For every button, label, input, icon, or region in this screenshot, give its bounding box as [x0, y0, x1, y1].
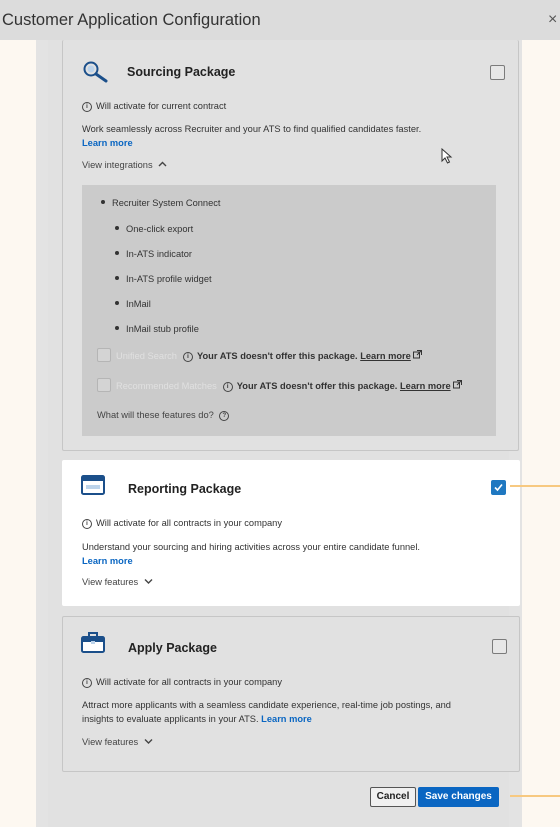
recommended-matches-message: Your ATS doesn't offer this package.: [236, 381, 398, 391]
view-integrations-toggle[interactable]: View integrations: [82, 160, 167, 170]
bullet-dot: [115, 326, 119, 330]
apply-description-line-2: insights to evaluate applicants in your …: [82, 714, 312, 724]
apply-learn-more-link[interactable]: Learn more: [261, 714, 312, 724]
bullet-dot: [115, 226, 119, 230]
bullet-dot: [115, 276, 119, 280]
view-integrations-label: View integrations: [82, 160, 153, 170]
integration-subitem: InMail: [115, 299, 151, 309]
info-icon: i: [82, 102, 92, 112]
sourcing-package-title: Sourcing Package: [127, 65, 236, 79]
external-link-icon: [453, 380, 463, 389]
save-callout-pointer: [510, 795, 560, 797]
integration-subitem: One-click export: [115, 224, 193, 234]
integration-item-label: Recruiter System Connect: [112, 198, 221, 208]
apply-activation-note: i Will activate for all contracts in your…: [82, 677, 282, 688]
unified-search-checkbox: [97, 348, 111, 362]
magnifier-icon: [83, 61, 108, 83]
reporting-callout-pointer: [510, 485, 560, 487]
info-icon: i: [222, 382, 233, 392]
chevron-down-icon: [144, 579, 153, 584]
apply-description-line-1: Attract more applicants with a seamless …: [82, 700, 451, 710]
integration-subitem-label: In-ATS indicator: [126, 249, 192, 259]
reporting-learn-more-link[interactable]: Learn more: [82, 556, 133, 566]
reporting-package-card: Reporting Package i Will activate for all…: [62, 460, 520, 606]
unified-search-learn-more-link[interactable]: Learn more: [360, 351, 411, 361]
view-features-label: View features: [82, 577, 139, 587]
mouse-cursor-icon: [441, 148, 453, 164]
apply-description-text: insights to evaluate applicants in your …: [82, 714, 259, 724]
sourcing-activation-note: i Will activate for current contract: [82, 101, 226, 112]
cancel-button[interactable]: Cancel: [370, 787, 416, 807]
integration-subitem-label: InMail stub profile: [126, 324, 199, 334]
reporting-package-checkbox[interactable]: [491, 480, 506, 495]
integrations-list: Recruiter System Connect One-click expor…: [82, 185, 496, 436]
unified-search-row: Unified Search i Your ATS doesn't offer th…: [97, 348, 423, 362]
unified-search-message: Your ATS doesn't offer this package.: [196, 351, 358, 361]
info-icon: i: [82, 519, 92, 529]
chevron-up-icon: [158, 161, 167, 167]
bullet-dot: [115, 301, 119, 305]
scroll-area: Sourcing Package i Will activate for curr…: [48, 40, 520, 827]
integration-subitem: In-ATS profile widget: [115, 274, 212, 284]
reporting-package-title: Reporting Package: [128, 482, 242, 496]
features-help-link[interactable]: What will these features do? ?: [97, 410, 233, 421]
bullet-dot: [115, 251, 119, 255]
integration-subitem-label: One-click export: [126, 224, 194, 234]
recommended-matches-learn-more-link[interactable]: Learn more: [400, 381, 451, 391]
close-icon[interactable]: ×: [548, 0, 557, 40]
sourcing-learn-more-link[interactable]: Learn more: [82, 138, 133, 148]
checkmark-icon: [494, 483, 503, 492]
reporting-activation-note: i Will activate for all contracts in your…: [82, 518, 282, 529]
info-icon: i: [182, 352, 193, 362]
unified-search-label: Unified Search: [116, 351, 177, 361]
apply-package-card: Apply Package i Will activate for all con…: [62, 616, 520, 772]
info-icon: i: [82, 678, 92, 688]
reporting-view-features-toggle[interactable]: View features: [82, 577, 153, 587]
sourcing-package-card: Sourcing Package i Will activate for curr…: [62, 40, 519, 451]
apply-package-checkbox[interactable]: [492, 639, 507, 654]
integration-subitem: In-ATS indicator: [115, 249, 192, 259]
apply-package-title: Apply Package: [128, 641, 217, 655]
recommended-matches-row: Recommended Matches i Your ATS doesn't off…: [97, 378, 463, 392]
reporting-description: Understand your sourcing and hiring acti…: [82, 542, 420, 552]
sourcing-description: Work seamlessly across Recruiter and you…: [82, 124, 422, 134]
integration-item-top: Recruiter System Connect: [101, 198, 221, 208]
save-changes-button[interactable]: Save changes: [418, 787, 499, 807]
integration-subitem-label: In-ATS profile widget: [126, 274, 212, 284]
bullet-dot: [101, 200, 105, 204]
report-window-icon: [81, 475, 105, 495]
view-features-label: View features: [82, 737, 139, 747]
recommended-matches-label: Recommended Matches: [116, 381, 217, 391]
help-icon: ?: [219, 411, 230, 421]
apply-activation-text: Will activate for all contracts in your …: [96, 677, 283, 687]
modal-title: Customer Application Configuration: [2, 11, 261, 29]
reporting-activation-text: Will activate for all contracts in your …: [96, 518, 283, 528]
features-help-text: What will these features do?: [97, 410, 214, 420]
modal-header: Customer Application Configuration ×: [0, 0, 560, 40]
sourcing-package-checkbox[interactable]: [490, 65, 505, 80]
sourcing-activation-text: Will activate for current contract: [96, 101, 227, 111]
chevron-down-icon: [144, 739, 153, 744]
briefcase-icon: [81, 632, 105, 653]
integration-subitem-label: InMail: [126, 299, 151, 309]
apply-view-features-toggle[interactable]: View features: [82, 737, 153, 747]
external-link-icon: [413, 350, 423, 359]
integration-subitem: InMail stub profile: [115, 324, 199, 334]
recommended-matches-checkbox: [97, 378, 111, 392]
config-panel: Sourcing Package i Will activate for curr…: [36, 40, 522, 827]
